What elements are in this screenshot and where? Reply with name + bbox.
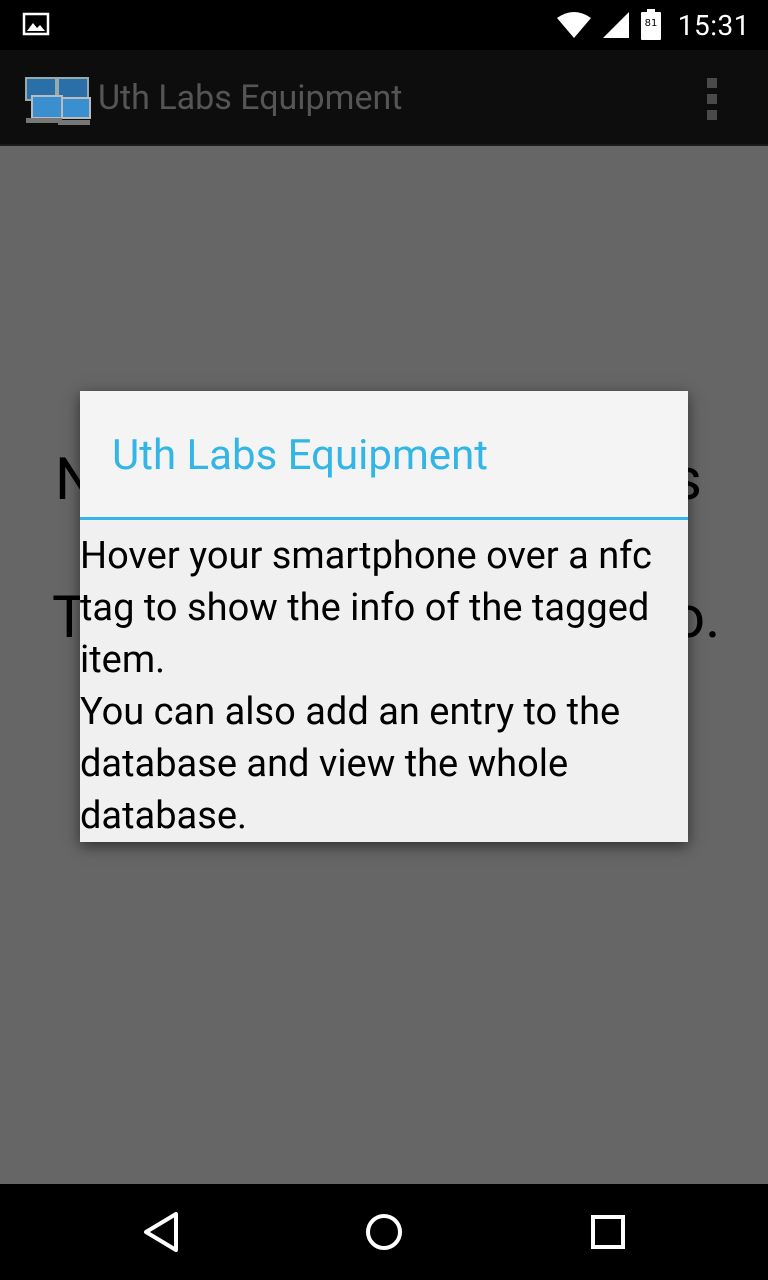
overflow-dot — [707, 78, 717, 88]
clock: 15:31 — [677, 8, 750, 42]
action-bar: Uth Labs Equipment — [0, 50, 768, 146]
dialog-message-line: Hover your smartphone over a nfc tag to … — [80, 534, 652, 682]
signal-icon — [602, 12, 629, 38]
wifi-icon — [556, 12, 591, 38]
dialog-title: Uth Labs Equipment — [112, 431, 489, 480]
overflow-dot — [707, 110, 717, 120]
battery-level: 81 — [644, 18, 657, 29]
dialog-message: Hover your smartphone over a nfc tag to … — [80, 520, 688, 842]
dialog-message-line: You can also add an entry to the databas… — [80, 690, 621, 838]
recents-icon[interactable] — [584, 1208, 632, 1256]
overflow-dot — [707, 94, 717, 104]
status-icons: 81 15:31 — [556, 0, 750, 50]
battery-icon: 81 — [640, 9, 661, 40]
image-notification-icon — [22, 12, 50, 36]
info-dialog: Uth Labs Equipment Hover your smartphone… — [80, 391, 688, 842]
dialog-header: Uth Labs Equipment — [80, 391, 688, 520]
computers-app-icon[interactable] — [22, 72, 92, 126]
app-title: Uth Labs Equipment — [98, 78, 403, 118]
overflow-menu-icon[interactable] — [700, 78, 724, 120]
home-icon[interactable] — [360, 1208, 408, 1256]
back-icon[interactable] — [138, 1208, 186, 1256]
navigation-bar — [0, 1184, 768, 1280]
status-bar: 81 15:31 — [0, 0, 768, 50]
